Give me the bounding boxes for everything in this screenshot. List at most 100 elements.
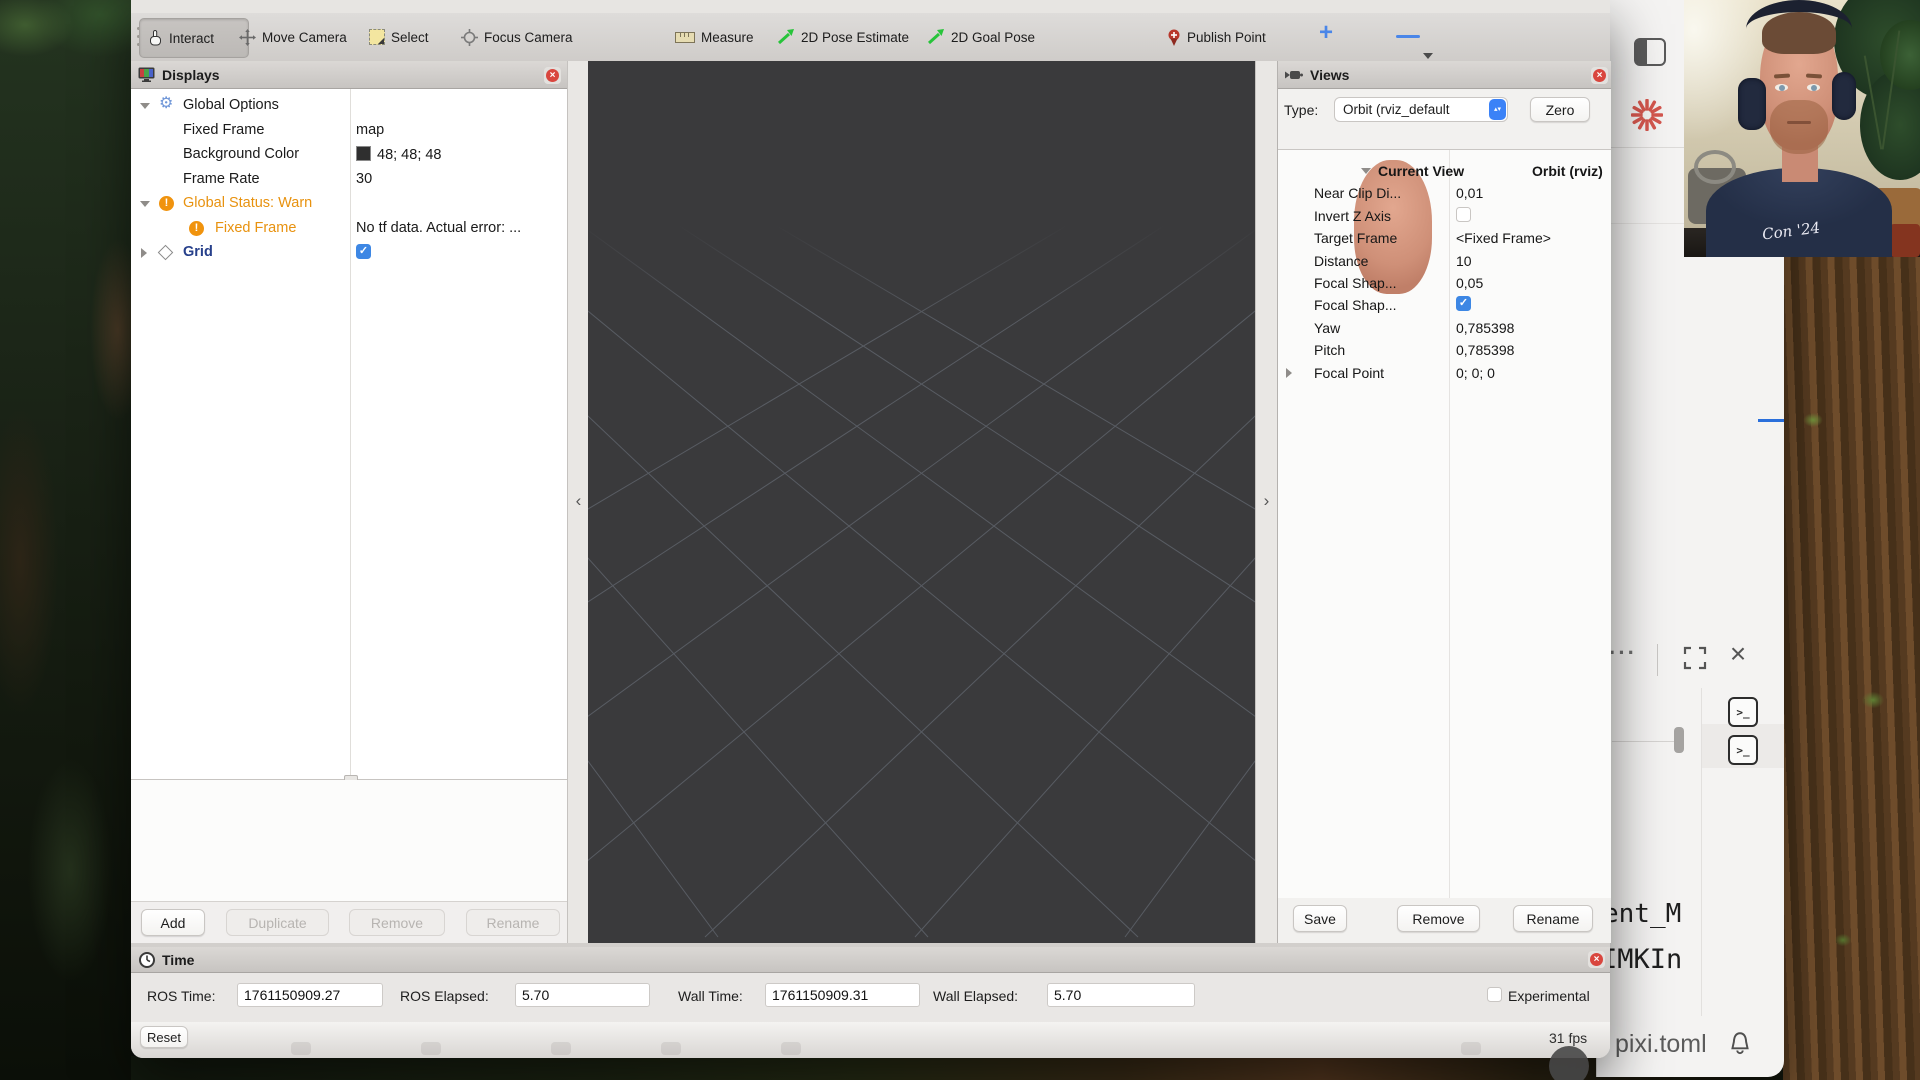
dock-ghost-icon xyxy=(781,1042,801,1055)
views-panel-header[interactable]: Views × xyxy=(1278,61,1611,89)
code-fragment: IMKIn xyxy=(1601,944,1682,975)
toolbar-overflow-chevron-icon[interactable] xyxy=(1423,53,1433,59)
time-panel-header[interactable]: Time × xyxy=(131,947,1610,973)
tool-select[interactable]: Select xyxy=(361,18,437,56)
dock-ghost-icon xyxy=(551,1042,571,1055)
eye xyxy=(1807,84,1820,91)
zero-button[interactable]: Zero xyxy=(1530,97,1590,122)
tool-2d-goal-pose[interactable]: 2D Goal Pose xyxy=(919,18,1043,56)
scrollbar-thumb[interactable] xyxy=(1674,727,1684,753)
tree-row-global-status[interactable]: ! Global Status: Warn xyxy=(131,192,567,216)
expander-icon[interactable] xyxy=(1286,368,1292,378)
displays-button-row: Add Duplicate Remove Rename xyxy=(131,901,567,943)
close-views-button[interactable]: × xyxy=(1591,67,1608,84)
views-panel: Views × Type: Orbit (rviz_default ▴▾ Zer… xyxy=(1277,61,1611,943)
wall-time-input[interactable] xyxy=(765,983,920,1007)
close-icon[interactable]: × xyxy=(1724,640,1752,668)
view-row-target-frame[interactable]: Target Frame<Fixed Frame> xyxy=(1278,227,1611,249)
view-row-focal-shape-fixed[interactable]: Focal Shap... ✓ xyxy=(1278,294,1611,316)
view-row-yaw[interactable]: Yaw0,785398 xyxy=(1278,317,1611,339)
view-row-distance[interactable]: Distance10 xyxy=(1278,250,1611,272)
viewport-horizon-fade xyxy=(588,61,1255,321)
rename-view-button[interactable]: Rename xyxy=(1513,905,1593,932)
3d-viewport[interactable] xyxy=(588,61,1255,943)
tool-measure[interactable]: Measure xyxy=(667,18,762,56)
tool-label: Publish Point xyxy=(1187,30,1266,45)
terminal-icon[interactable]: >_ xyxy=(1728,697,1758,727)
save-view-button[interactable]: Save xyxy=(1293,905,1347,932)
ros-time-input[interactable] xyxy=(237,983,383,1007)
invert-z-checkbox[interactable] xyxy=(1456,207,1471,222)
fps-counter: 31 fps xyxy=(1549,1030,1587,1046)
focal-shape-checkbox[interactable]: ✓ xyxy=(1456,296,1471,311)
view-row-invert-z[interactable]: Invert Z Axis xyxy=(1278,205,1611,227)
tree-row-fixed-frame-warning[interactable]: ! Fixed Frame No tf data. Actual error: … xyxy=(131,217,567,241)
rviz-toolbar: Interact Move Camera Select xyxy=(131,13,1610,62)
tool-publish-point[interactable]: Publish Point xyxy=(1159,18,1274,56)
expand-icon[interactable] xyxy=(1683,646,1707,670)
tool-2d-pose-estimate[interactable]: 2D Pose Estimate xyxy=(769,18,917,56)
bell-icon[interactable] xyxy=(1727,1030,1753,1058)
reset-button[interactable]: Reset xyxy=(140,1026,188,1048)
expander-icon[interactable] xyxy=(1361,168,1371,174)
view-row-near-clip[interactable]: Near Clip Di...0,01 xyxy=(1278,182,1611,204)
green-arrow-icon xyxy=(777,29,795,45)
remove-display-button[interactable]: Remove xyxy=(349,909,445,936)
add-tool-button[interactable]: + xyxy=(1319,22,1333,44)
tool-focus-camera[interactable]: Focus Camera xyxy=(453,18,581,56)
expander-icon[interactable] xyxy=(141,248,147,258)
dock-ghost-icon xyxy=(1461,1042,1481,1055)
starburst-icon[interactable] xyxy=(1631,99,1663,131)
view-row-focal-point[interactable]: Focal Point0; 0; 0 xyxy=(1278,362,1611,384)
terminal-icon[interactable]: >_ xyxy=(1728,735,1758,765)
close-displays-button[interactable]: × xyxy=(544,67,561,84)
tree-row-global-options[interactable]: ⚙ Global Options xyxy=(131,94,567,118)
expander-icon[interactable] xyxy=(140,201,150,207)
color-swatch xyxy=(356,146,371,161)
time-panel-body: ROS Time: ROS Elapsed: Wall Time: Wall E… xyxy=(131,973,1610,1022)
expander-icon[interactable] xyxy=(140,103,150,109)
dock-icon[interactable] xyxy=(1549,1046,1589,1080)
add-display-button[interactable]: Add xyxy=(141,909,205,936)
left-panel-collapse-splitter[interactable]: ‹ xyxy=(567,61,590,943)
more-options-icon[interactable]: ··· xyxy=(1609,642,1645,668)
experimental-label: Experimental xyxy=(1508,988,1590,1004)
tool-label: 2D Goal Pose xyxy=(951,30,1035,45)
view-row-pitch[interactable]: Pitch0,785398 xyxy=(1278,339,1611,361)
collapse-right-chevron-icon[interactable]: › xyxy=(1256,491,1277,511)
displays-panel-header[interactable]: Displays × xyxy=(131,61,567,89)
green-arrow-icon xyxy=(927,29,945,45)
wall-elapsed-input[interactable] xyxy=(1047,983,1195,1007)
view-type-dropdown[interactable]: Orbit (rviz_default ▴▾ xyxy=(1334,97,1508,122)
tree-row-grid[interactable]: Grid ✓ xyxy=(131,241,567,265)
webcam-overlay: Con '24 xyxy=(1684,0,1920,257)
dropdown-stepper-icon: ▴▾ xyxy=(1489,99,1506,120)
ros-elapsed-input[interactable] xyxy=(515,983,650,1007)
sidebar-toggle-icon[interactable] xyxy=(1634,38,1666,66)
close-time-button[interactable]: × xyxy=(1588,951,1605,968)
tool-move-camera[interactable]: Move Camera xyxy=(231,18,355,56)
divider xyxy=(1612,741,1674,742)
property-help-area xyxy=(131,780,567,901)
collapse-left-chevron-icon[interactable]: ‹ xyxy=(568,491,589,511)
remove-view-button[interactable]: Remove xyxy=(1397,905,1480,932)
move-arrows-icon xyxy=(239,29,256,46)
right-panel-collapse-splitter[interactable]: › xyxy=(1255,61,1278,943)
ros-time-label: ROS Time: xyxy=(147,988,215,1004)
tool-label: Interact xyxy=(169,31,214,46)
remove-tool-button[interactable] xyxy=(1396,35,1420,38)
view-row-focal-shape-size[interactable]: Focal Shap...0,05 xyxy=(1278,272,1611,294)
tool-label: Move Camera xyxy=(262,30,347,45)
panel-title: Displays xyxy=(162,67,220,83)
tree-row-frame-rate[interactable]: Frame Rate 30 xyxy=(131,168,567,192)
divider xyxy=(1657,644,1658,676)
grid-enabled-checkbox[interactable]: ✓ xyxy=(356,244,371,259)
experimental-checkbox[interactable] xyxy=(1487,987,1502,1002)
window-bottom-strip: Reset 31 fps xyxy=(131,1022,1610,1058)
duplicate-display-button[interactable]: Duplicate xyxy=(226,909,329,936)
clock-icon xyxy=(139,952,155,968)
rename-display-button[interactable]: Rename xyxy=(466,909,560,936)
tree-row-background-color[interactable]: Background Color 48; 48; 48 xyxy=(131,143,567,167)
wall-elapsed-label: Wall Elapsed: xyxy=(933,988,1018,1004)
tree-row-fixed-frame[interactable]: Fixed Frame map xyxy=(131,119,567,143)
